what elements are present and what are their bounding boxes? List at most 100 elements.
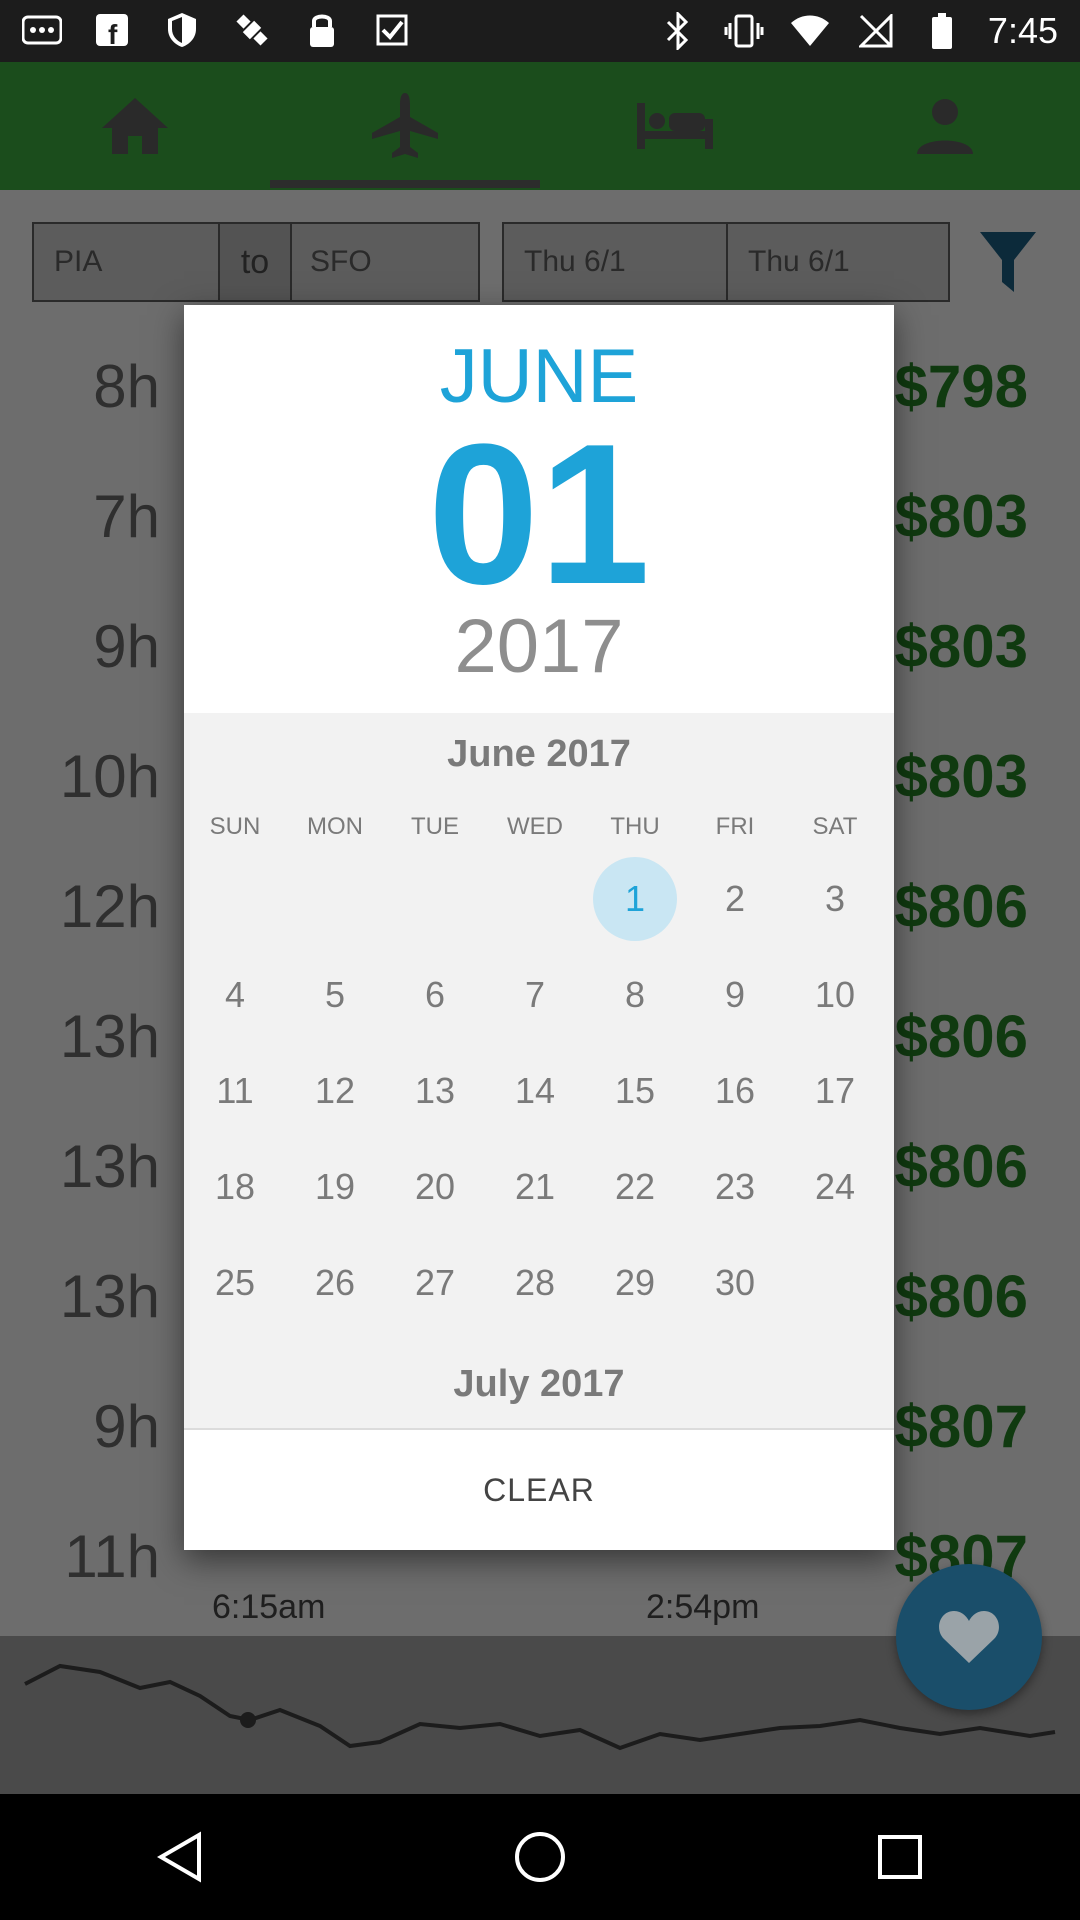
flight-price: $798 (894, 353, 1028, 420)
flight-duration: 9h (93, 1393, 160, 1460)
shield-icon (162, 10, 202, 50)
day-cell[interactable]: 4 (193, 953, 277, 1037)
weekday-label: SUN (209, 813, 261, 840)
day-cell[interactable]: 18 (193, 1145, 277, 1229)
circle-home-icon (515, 1832, 565, 1882)
day-cell[interactable]: 6 (393, 953, 477, 1037)
to-label: to (218, 222, 292, 302)
day-cell[interactable]: 25 (193, 1241, 277, 1325)
day-cell[interactable]: 15 (593, 1049, 677, 1133)
status-bar: f 7:45 (0, 0, 1080, 62)
flight-price: $806 (894, 873, 1028, 940)
status-time: 7:45 (987, 10, 1058, 51)
flight-duration: 12h (59, 873, 160, 940)
flight-duration: 13h (59, 1263, 160, 1330)
wifi-icon (790, 11, 830, 51)
flight-price: $806 (894, 1263, 1028, 1330)
day-cell[interactable]: 22 (593, 1145, 677, 1229)
weekday-label: FRI (715, 813, 755, 840)
day-cell[interactable]: 23 (693, 1145, 777, 1229)
day-cell[interactable]: 14 (493, 1049, 577, 1133)
top-nav (0, 62, 1080, 190)
weekday-label: THU (610, 813, 660, 840)
flight-price: $807 (894, 1393, 1028, 1460)
back-button[interactable] (0, 1794, 360, 1920)
depart-date-field[interactable]: Thu 6/1 (502, 222, 728, 302)
flight-price: $806 (894, 1003, 1028, 1070)
next-month-title: July 2017 (453, 1363, 625, 1405)
day-cell[interactable]: 9 (693, 953, 777, 1037)
flight-duration: 13h (59, 1133, 160, 1200)
day-cell[interactable]: 17 (793, 1049, 877, 1133)
home-nav-button[interactable] (360, 1794, 720, 1920)
day-cell[interactable]: 16 (693, 1049, 777, 1133)
day-cell[interactable]: 10 (793, 953, 877, 1037)
destination-field[interactable]: SFO (290, 222, 480, 302)
day-cell[interactable]: 27 (393, 1241, 477, 1325)
day-cell[interactable]: 2 (693, 857, 777, 941)
svg-text:f: f (108, 19, 118, 47)
flight-duration: 11h (64, 1523, 160, 1590)
tab-indicator (270, 180, 540, 188)
filter-button[interactable] (972, 226, 1044, 298)
filter-icon (980, 232, 1036, 292)
profile-icon (917, 99, 973, 154)
no-sim-icon (856, 11, 896, 51)
tab-profile[interactable] (810, 62, 1080, 190)
date-picker-header: JUNE 01 2017 (184, 305, 894, 713)
vibrate-icon (724, 11, 764, 51)
day-cell[interactable]: 13 (393, 1049, 477, 1133)
recents-button[interactable] (720, 1794, 1080, 1920)
day-cell[interactable]: 20 (393, 1145, 477, 1229)
clear-button[interactable]: CLEAR (483, 1472, 595, 1509)
origin-field[interactable]: PIA (32, 222, 220, 302)
satellite-icon (232, 10, 272, 50)
flight-duration: 7h (93, 483, 160, 550)
flight-duration: 13h (59, 1003, 160, 1070)
depart-time: 6:15am (212, 1588, 326, 1626)
date-picker-dialog: JUNE 01 2017 June 2017 SUN MON TUE WED THU FR… (184, 305, 894, 1550)
weekday-header: SUN MON TUE WED THU FRI SAT (184, 813, 894, 853)
hotel-icon (637, 103, 713, 149)
lock-icon (302, 10, 342, 50)
day-cell[interactable]: 11 (193, 1049, 277, 1133)
day-cell[interactable]: 12 (293, 1049, 377, 1133)
arrive-time: 2:54pm (646, 1588, 760, 1626)
day-cell[interactable]: 26 (293, 1241, 377, 1325)
tab-hotels[interactable] (540, 62, 810, 190)
day-cell[interactable]: 29 (593, 1241, 677, 1325)
facebook-icon: f (92, 10, 132, 50)
day-selected[interactable]: 1 (593, 857, 677, 941)
tab-home[interactable] (0, 62, 270, 190)
heart-icon (939, 1611, 999, 1663)
square-recents-icon (878, 1835, 922, 1879)
day-cell[interactable]: 3 (793, 857, 877, 941)
check-icon (372, 10, 412, 50)
day-cell[interactable]: 28 (493, 1241, 577, 1325)
tab-flights[interactable] (270, 62, 540, 190)
system-nav-bar (0, 1794, 1080, 1920)
day-cell[interactable]: 21 (493, 1145, 577, 1229)
flight-duration: 8h (93, 353, 160, 420)
weekday-label: SAT (812, 813, 858, 840)
weekday-label: TUE (411, 813, 459, 840)
day-cell[interactable]: 5 (293, 953, 377, 1037)
more-dots-icon (22, 10, 62, 50)
day-cell[interactable]: 7 (493, 953, 577, 1037)
flight-duration: 9h (93, 613, 160, 680)
header-day[interactable]: 01 (184, 415, 894, 615)
day-cell[interactable]: 19 (293, 1145, 377, 1229)
flight-icon (372, 93, 438, 158)
return-date-field[interactable]: Thu 6/1 (726, 222, 950, 302)
day-cell[interactable]: 30 (693, 1241, 777, 1325)
favorite-button[interactable] (896, 1564, 1042, 1710)
back-icon (157, 1831, 201, 1883)
day-cell[interactable]: 24 (793, 1145, 877, 1229)
month-title: June 2017 (447, 733, 631, 775)
date-picker-footer: CLEAR (184, 1428, 894, 1550)
header-year[interactable]: 2017 (184, 603, 894, 690)
battery-icon (922, 11, 962, 51)
day-cell[interactable]: 8 (593, 953, 677, 1037)
calendar: June 2017 SUN MON TUE WED THU FRI SAT 12345678… (184, 713, 894, 1428)
home-icon (102, 98, 168, 154)
